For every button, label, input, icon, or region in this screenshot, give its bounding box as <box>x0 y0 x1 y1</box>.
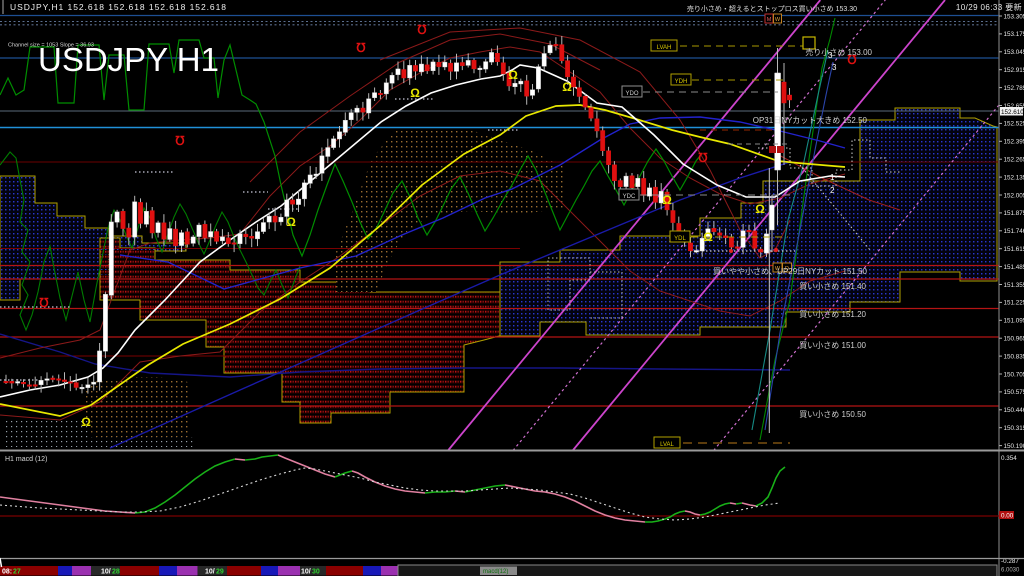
svg-text:152.135: 152.135 <box>1004 174 1024 181</box>
svg-text:153.175: 153.175 <box>1004 31 1024 38</box>
svg-text:153.045: 153.045 <box>1004 49 1024 56</box>
svg-text:0.354: 0.354 <box>1001 455 1017 462</box>
svg-text:150.446: 150.446 <box>1004 407 1024 414</box>
svg-text:10/29 06:33 要新: 10/29 06:33 要新 <box>956 2 1022 12</box>
svg-text:151.095: 151.095 <box>1004 318 1024 325</box>
svg-text:YDH: YDH <box>675 79 688 85</box>
svg-text:152.525: 152.525 <box>1004 121 1024 128</box>
svg-text:30: 30 <box>312 569 320 576</box>
svg-text:YDO: YDO <box>625 91 638 97</box>
svg-text:151.746: 151.746 <box>1004 228 1024 235</box>
svg-text:152.395: 152.395 <box>1004 139 1024 146</box>
svg-text:150.190: 150.190 <box>1004 443 1024 450</box>
svg-text:6.0030: 6.0030 <box>1001 568 1020 574</box>
svg-text:151.875: 151.875 <box>1004 210 1024 217</box>
svg-text:Ω: Ω <box>286 215 296 229</box>
svg-text:Ω: Ω <box>508 68 518 82</box>
svg-text:0.00: 0.00 <box>1001 513 1014 520</box>
svg-text:151.225: 151.225 <box>1004 300 1024 307</box>
svg-text:買い小さめ 151.40: 買い小さめ 151.40 <box>799 282 866 291</box>
svg-text:3: 3 <box>832 63 837 72</box>
svg-text:152.265: 152.265 <box>1004 157 1024 164</box>
svg-text:H1 macd (12): H1 macd (12) <box>5 456 47 463</box>
svg-text:10/: 10/ <box>205 569 215 576</box>
svg-text:08:: 08: <box>2 569 12 576</box>
svg-text:152.610: 152.610 <box>1001 109 1024 116</box>
svg-text:2: 2 <box>830 186 835 195</box>
svg-text:℧: ℧ <box>175 134 184 148</box>
svg-text:150.965: 150.965 <box>1004 336 1024 343</box>
svg-text:Ω: Ω <box>81 415 91 429</box>
svg-text:Ω: Ω <box>562 80 572 94</box>
svg-text:Ω: Ω <box>662 193 672 207</box>
svg-text:YDL: YDL <box>674 236 686 242</box>
svg-text:150.835: 150.835 <box>1004 353 1024 360</box>
svg-text:買い小さめ 150.50: 買い小さめ 150.50 <box>799 410 866 419</box>
svg-text:M: M <box>767 17 772 23</box>
svg-text:OP31日NYカット大きめ 152.50: OP31日NYカット大きめ 152.50 <box>753 115 868 125</box>
svg-text:Ω: Ω <box>410 86 420 100</box>
svg-text:10/: 10/ <box>301 569 311 576</box>
svg-text:買い小さめ 151.00: 買い小さめ 151.00 <box>799 341 866 350</box>
svg-text:YDC: YDC <box>623 194 636 200</box>
svg-text:1: 1 <box>830 173 835 182</box>
svg-text:151.615: 151.615 <box>1004 246 1024 253</box>
svg-text:売り小さめ 153.00: 売り小さめ 153.00 <box>805 47 872 57</box>
svg-text:151.355: 151.355 <box>1004 282 1024 289</box>
svg-text:LVAH: LVAH <box>657 45 672 51</box>
svg-text:℧: ℧ <box>417 23 426 37</box>
svg-text:152.785: 152.785 <box>1004 85 1024 92</box>
svg-text:153.305: 153.305 <box>1004 13 1024 20</box>
svg-text:Ω: Ω <box>703 230 713 244</box>
svg-text:152.005: 152.005 <box>1004 192 1024 199</box>
svg-text:150.315: 150.315 <box>1004 425 1024 432</box>
svg-text:℧: ℧ <box>698 151 707 165</box>
svg-text:macd(12): macd(12) <box>483 569 508 575</box>
svg-text:10/: 10/ <box>101 569 111 576</box>
svg-text:℧: ℧ <box>356 41 365 55</box>
svg-text:LVAL: LVAL <box>660 442 674 448</box>
svg-text:28: 28 <box>112 569 120 576</box>
svg-text:USDJPY,H1 152.618 152.618 152: USDJPY,H1 152.618 152.618 152.618 152.61… <box>10 2 227 12</box>
svg-text:152.915: 152.915 <box>1004 67 1024 74</box>
svg-text:℧: ℧ <box>39 296 48 310</box>
svg-text:買い小さめ 151.20: 買い小さめ 151.20 <box>799 310 866 319</box>
svg-text:150.575: 150.575 <box>1004 389 1024 396</box>
svg-text:29: 29 <box>216 569 224 576</box>
svg-text:27: 27 <box>13 569 21 576</box>
svg-text:151.485: 151.485 <box>1004 264 1024 271</box>
svg-text:売り小さめ・超えるとストップロス買い小さめ 153.30: 売り小さめ・超えるとストップロス買い小さめ 153.30 <box>687 4 857 13</box>
svg-text:150.705: 150.705 <box>1004 371 1024 378</box>
svg-text:Ω: Ω <box>755 202 765 216</box>
svg-text:買いやや小さめ、UP29日NYカット 151.50: 買いやや小さめ、UP29日NYカット 151.50 <box>713 267 867 276</box>
svg-text:W: W <box>775 17 781 23</box>
svg-text:USDJPY H1: USDJPY H1 <box>38 41 219 78</box>
